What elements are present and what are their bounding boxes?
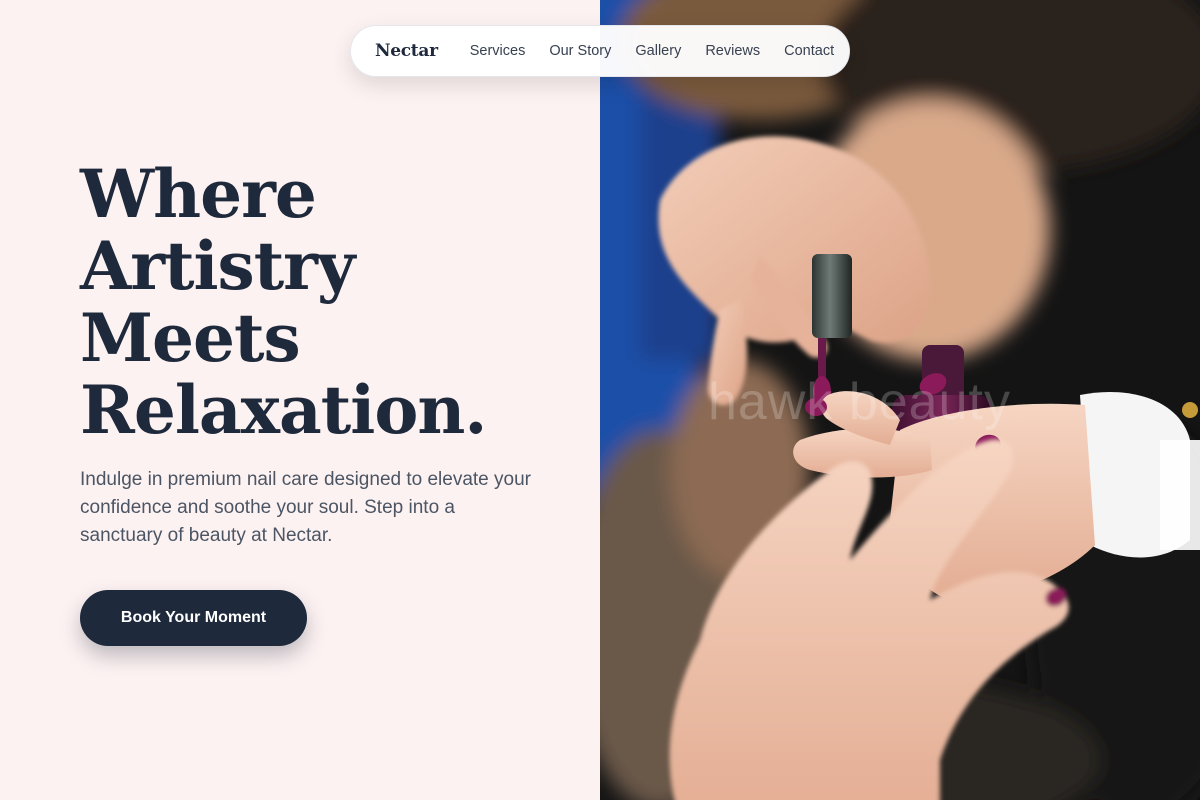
headline-line: Meets	[80, 299, 301, 377]
nav-link-reviews[interactable]: Reviews	[705, 43, 760, 59]
headline-line: Relaxation.	[80, 371, 487, 449]
nav-link-services[interactable]: Services	[470, 43, 526, 59]
hero-subtext: Indulge in premium nail care designed to…	[80, 469, 531, 546]
page: Where Artistry Meets Relaxation. Indulge…	[0, 0, 1200, 800]
image-watermark: hawk beauty	[708, 373, 1011, 431]
nav-link-our-story[interactable]: Our Story	[549, 43, 611, 59]
nav-link-gallery[interactable]: Gallery	[635, 43, 681, 59]
headline-line: Artistry	[80, 227, 355, 305]
hero-headline: Where Artistry Meets Relaxation.	[80, 158, 580, 446]
nav-link-contact[interactable]: Contact	[784, 43, 834, 59]
brand-logo[interactable]: Nectar	[375, 41, 438, 61]
hero-panel: Where Artistry Meets Relaxation. Indulge…	[0, 0, 600, 800]
book-appointment-button[interactable]: Book Your Moment	[80, 590, 307, 646]
main-nav: Nectar Services Our Story Gallery Review…	[350, 25, 850, 77]
headline-line: Where	[80, 155, 317, 233]
